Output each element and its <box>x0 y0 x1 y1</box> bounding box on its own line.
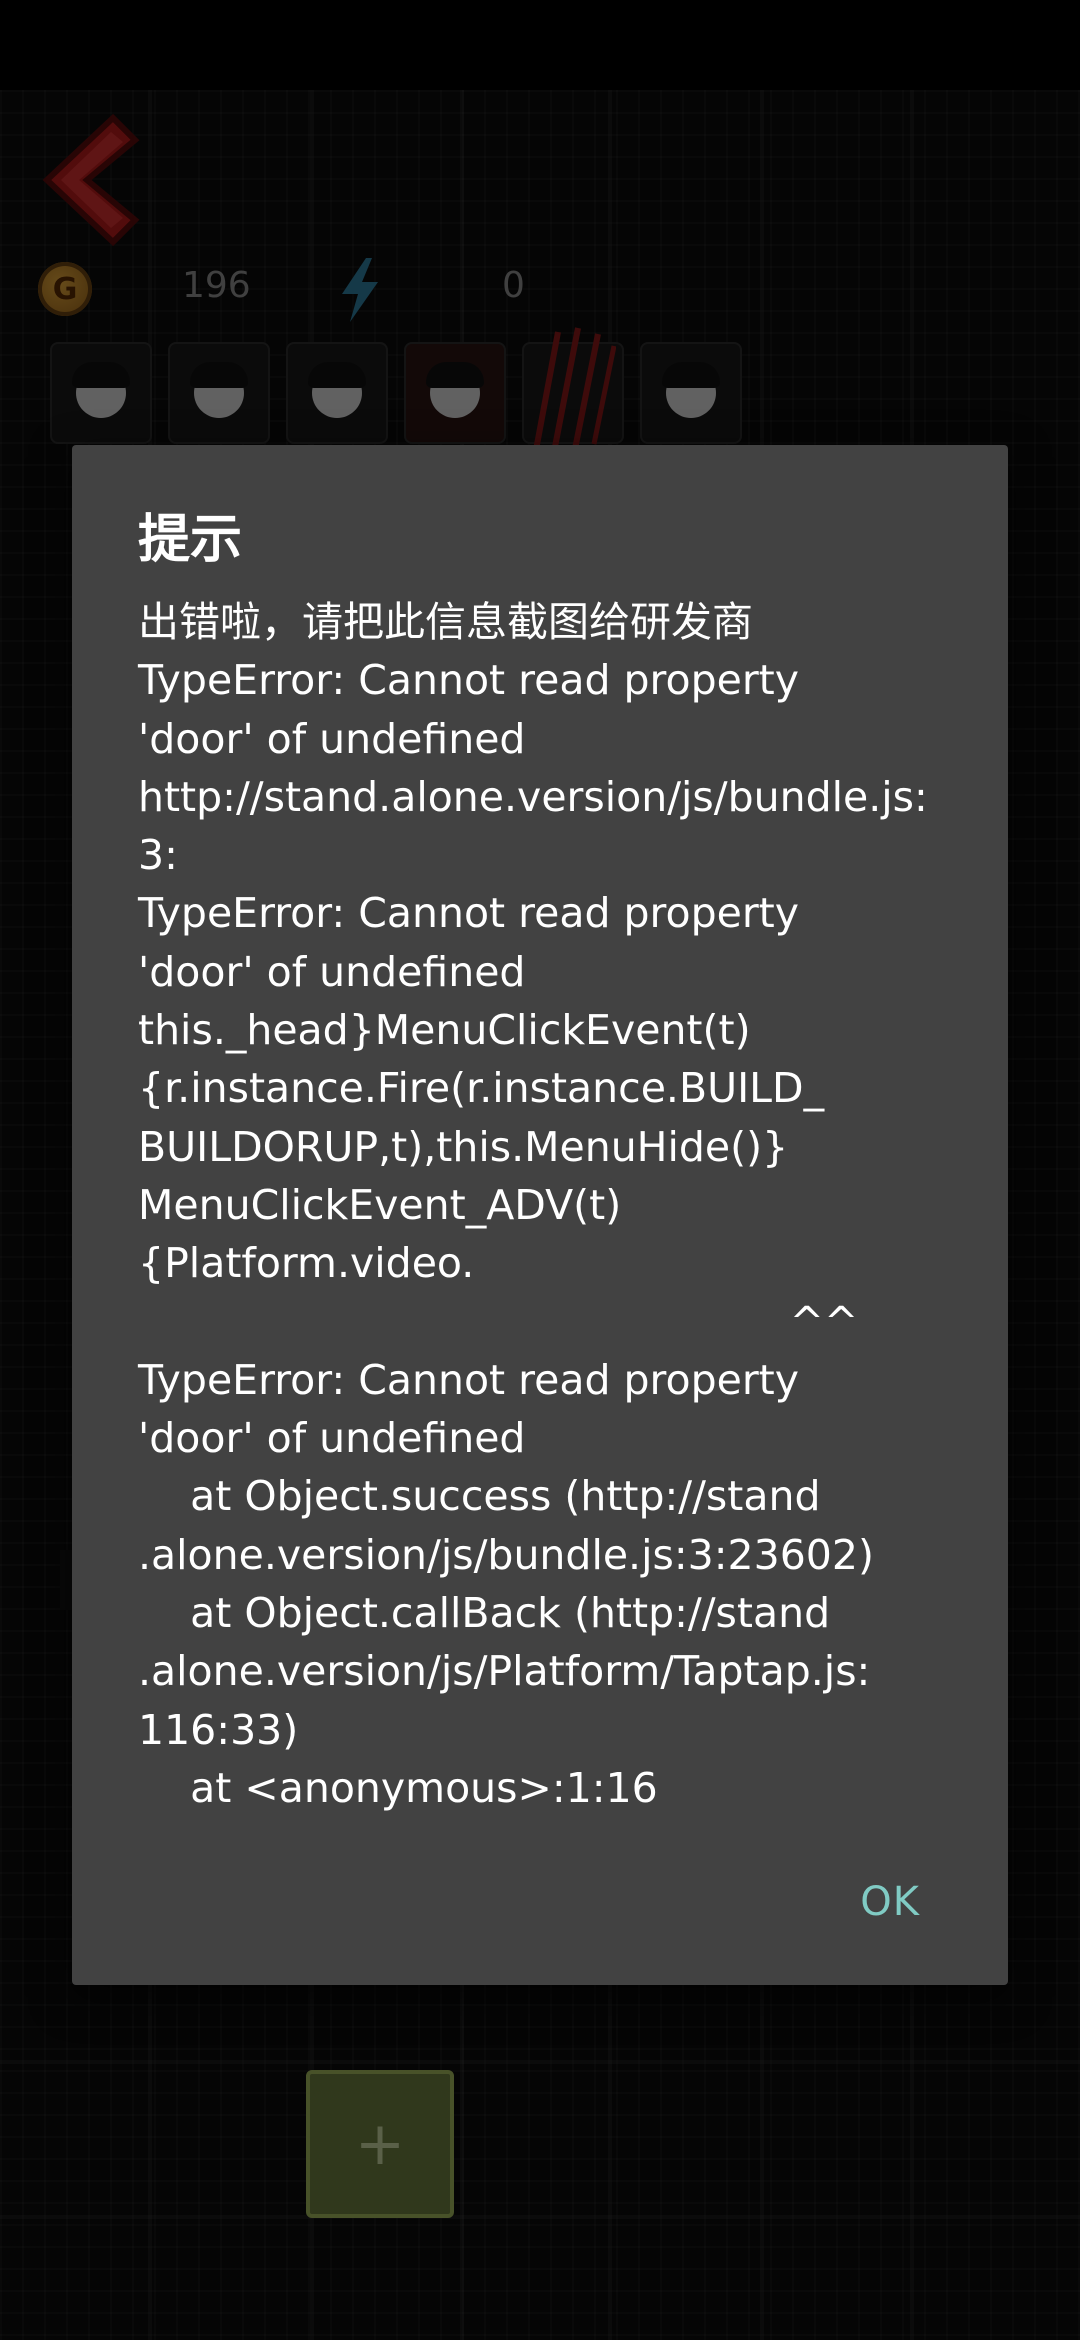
message-line: MenuClickEvent_ADV(t) <box>138 1180 622 1229</box>
dialog-title: 提示 <box>138 510 243 570</box>
message-line: {Platform.video. <box>138 1239 475 1288</box>
message-line: 116:33) <box>138 1705 299 1754</box>
message-line: TypeError: Cannot read property <box>138 1355 800 1404</box>
message-line: http://stand.alone.version/js/bundle.js: <box>138 772 928 821</box>
ok-button[interactable]: OK <box>844 1869 936 1935</box>
message-line: at Object.success (http://stand <box>138 1472 821 1521</box>
dialog-message: 出错啦，请把此信息截图给研发商 TypeError: Cannot read pr… <box>138 593 958 1817</box>
message-line: TypeError: Cannot read property <box>138 889 800 938</box>
message-line: at <anonymous>:1:16 <box>138 1763 658 1812</box>
message-line: at Object.callBack (http://stand <box>138 1589 831 1638</box>
message-line: 出错啦，请把此信息截图给研发商 <box>138 598 753 646</box>
error-dialog: 提示 出错啦，请把此信息截图给研发商 TypeError: Cannot read… <box>72 445 1008 1985</box>
message-line: .alone.version/js/Platform/Taptap.js: <box>138 1647 871 1696</box>
message-line: 'door' of undefined <box>138 714 526 763</box>
message-line: TypeError: Cannot read property <box>138 656 800 705</box>
message-line: 'door' of undefined <box>138 947 526 996</box>
message-line: BUILDORUP,t),this.MenuHide()} <box>138 1122 789 1171</box>
message-line: 3: <box>138 831 178 880</box>
message-line: {r.instance.Fire(r.instance.BUILD_ <box>138 1064 825 1113</box>
message-line: 'door' of undefined <box>138 1414 526 1463</box>
message-line: .alone.version/js/bundle.js:3:23602) <box>138 1530 874 1579</box>
message-line: ^^ <box>138 1297 859 1346</box>
message-line: this._head}MenuClickEvent(t) <box>138 1006 751 1055</box>
